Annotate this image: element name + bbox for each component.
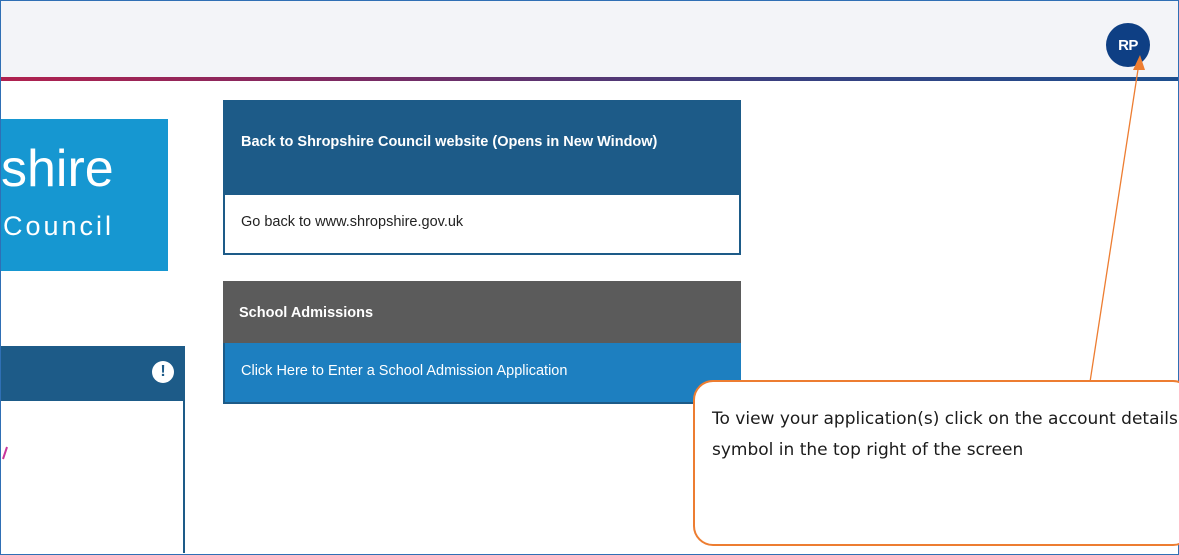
website-card: Back to Shropshire Council website (Open… [223, 100, 741, 255]
callout-text: To view your application(s) click on the… [712, 409, 1178, 460]
account-avatar-button[interactable]: RP [1106, 23, 1150, 67]
logo-subtitle: Council [3, 211, 115, 241]
left-panel-body [1, 401, 185, 553]
top-header-bar [1, 1, 1178, 77]
school-admissions-title: School Admissions [223, 281, 741, 343]
website-link[interactable]: Go back to www.shropshire.gov.uk [225, 195, 739, 253]
enter-application-link[interactable]: Click Here to Enter a School Admission A… [223, 343, 741, 404]
alert-icon[interactable]: ! [152, 361, 174, 383]
left-panel-header: ! [1, 346, 185, 401]
shropshire-council-logo[interactable]: shire Council [1, 119, 168, 271]
website-card-title-text: Back to Shropshire Council website (Open… [241, 134, 658, 150]
instruction-callout: To view your application(s) click on the… [693, 380, 1179, 546]
school-admissions-card: School Admissions Click Here to Enter a … [223, 281, 741, 404]
website-card-title: Back to Shropshire Council website (Open… [225, 102, 739, 195]
header-accent-stripe [1, 77, 1178, 81]
avatar-initials: RP [1118, 36, 1138, 54]
decorative-mark-icon [2, 446, 8, 460]
logo-word: shire [1, 140, 114, 198]
